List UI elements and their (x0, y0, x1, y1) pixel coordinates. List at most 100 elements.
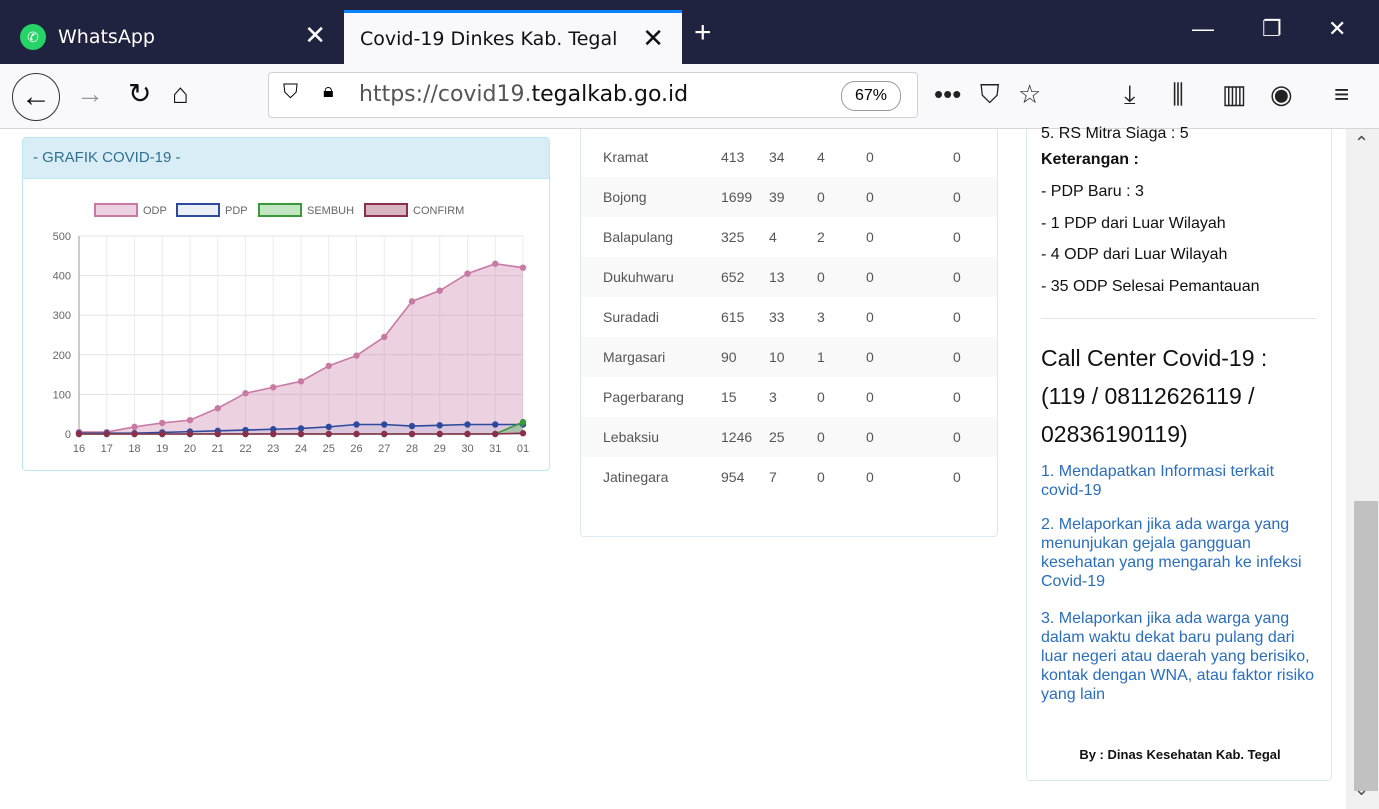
window-close-icon[interactable]: ✕ (1328, 16, 1346, 42)
scroll-up-icon[interactable]: ⌃ (1354, 133, 1369, 154)
value-cell: 15 (721, 389, 737, 405)
tab-bar: ✆ WhatsApp ✕ Covid-19 Dinkes Kab. Tegal … (0, 0, 1379, 64)
restore-icon[interactable]: ❐ (1262, 16, 1282, 42)
x-tick-label: 16 (73, 443, 85, 455)
value-cell: 0 (866, 269, 874, 285)
value-cell: 0 (953, 189, 961, 205)
report-travel-link[interactable]: 3. Melaporkan jika ada warga yang dalam … (1041, 609, 1321, 704)
whatsapp-icon: ✆ (20, 24, 46, 50)
table-row: Balapulang 325 4 2 0 0 (581, 217, 997, 257)
zoom-badge[interactable]: 67% (841, 81, 901, 111)
info-sidebar: 5. RS Mitra Siaga : 5 Keterangan : - PDP… (1026, 125, 1332, 781)
library-icon[interactable]: ⫼ (1172, 76, 1184, 112)
data-point (492, 260, 499, 267)
district-cell: Balapulang (603, 229, 674, 245)
data-table: Kramat 413 34 4 0 0 Bojong 1699 39 0 0 0 Balapulang 3… (580, 129, 998, 537)
value-cell: 33 (769, 309, 785, 325)
data-point (519, 418, 527, 426)
data-point (464, 430, 471, 438)
data-point (131, 423, 138, 431)
download-icon[interactable]: ⤓ (1124, 76, 1136, 112)
data-point (464, 421, 471, 428)
district-cell: Pagerbarang (603, 389, 684, 405)
data-point (325, 430, 332, 438)
keterangan-item: - 4 ODP dari Luar Wilayah (1041, 246, 1228, 263)
tab-whatsapp[interactable]: ✆ WhatsApp ✕ (0, 10, 344, 64)
value-cell: 0 (817, 429, 825, 445)
keterangan-title: Keterangan : (1041, 151, 1139, 168)
data-point (353, 421, 360, 428)
value-cell: 0 (866, 349, 874, 365)
scrollbar[interactable]: ⌃ ⌄ (1346, 129, 1379, 809)
data-point (270, 430, 277, 438)
value-cell: 0 (866, 189, 874, 205)
lock-icon[interactable]: 🔒︎ (323, 80, 334, 103)
table-row: Bojong 1699 39 0 0 0 (581, 177, 997, 217)
district-cell: Bojong (603, 189, 647, 205)
shield-icon[interactable]: ⛉ (283, 81, 298, 104)
x-tick-label: 17 (101, 443, 113, 455)
minimize-icon[interactable]: — (1192, 16, 1214, 42)
x-tick-label: 30 (461, 443, 473, 455)
close-icon[interactable]: ✕ (304, 22, 326, 48)
value-cell: 3 (817, 309, 825, 325)
data-point (131, 430, 138, 438)
value-cell: 0 (866, 389, 874, 405)
value-cell: 0 (817, 269, 825, 285)
back-icon[interactable]: ← (12, 73, 60, 121)
value-cell: 3 (769, 389, 777, 405)
value-cell: 4 (769, 229, 777, 245)
x-tick-label: 26 (350, 443, 362, 455)
new-tab-icon[interactable]: + (694, 18, 712, 48)
call-center-title: Call Center Covid-19 : (1041, 345, 1268, 371)
info-link[interactable]: 1. Mendapatkan Informasi terkait covid-1… (1041, 462, 1321, 500)
value-cell: 0 (953, 429, 961, 445)
table-row: Kramat 413 34 4 0 0 (581, 137, 997, 177)
report-symptoms-link[interactable]: 2. Melaporkan jika ada warga yang menunj… (1041, 515, 1321, 591)
pocket-icon[interactable]: ⛉ (980, 76, 1000, 112)
value-cell: 0 (866, 229, 874, 245)
scroll-down-icon[interactable]: ⌄ (1354, 779, 1369, 800)
legend-label: PDP (225, 205, 248, 217)
x-tick-label: 28 (406, 443, 418, 455)
data-point (186, 416, 194, 424)
data-point (492, 421, 499, 428)
account-icon[interactable]: ◉ (1270, 76, 1293, 112)
forward-icon[interactable]: → (76, 76, 104, 112)
data-point (519, 430, 527, 437)
y-tick-label: 100 (53, 389, 71, 401)
district-cell: Margasari (603, 349, 666, 365)
x-tick-label: 29 (434, 443, 446, 455)
value-cell: 615 (721, 309, 745, 325)
x-tick-label: 19 (156, 443, 168, 455)
url-bar[interactable]: ⛉ 🔒︎ https://covid19.tegalkab.go.id 67% (268, 72, 918, 118)
scroll-thumb[interactable] (1354, 501, 1378, 791)
data-point (519, 264, 527, 271)
table-row: Jatinegara 954 7 0 0 0 (581, 457, 997, 497)
value-cell: 25 (769, 429, 785, 445)
bookmark-star-icon[interactable]: ☆ (1018, 76, 1041, 112)
data-point (436, 422, 443, 429)
sidebar-icon[interactable]: ▥ (1222, 76, 1247, 112)
close-icon[interactable]: ✕ (642, 25, 664, 51)
tab-covid[interactable]: Covid-19 Dinkes Kab. Tegal ✕ (344, 10, 682, 64)
menu-icon[interactable]: ≡ (1334, 76, 1349, 112)
data-point (492, 430, 499, 438)
home-icon[interactable]: ⌂ (172, 76, 189, 112)
data-point (297, 378, 305, 385)
legend-label: ODP (143, 205, 167, 217)
y-tick-label: 400 (53, 271, 71, 283)
url-text[interactable]: https://covid19.tegalkab.go.id (359, 82, 688, 107)
value-cell: 0 (953, 349, 961, 365)
data-point (242, 390, 249, 397)
page-actions-icon[interactable]: ••• (934, 76, 961, 112)
value-cell: 10 (769, 349, 785, 365)
district-cell: Jatinegara (603, 469, 669, 485)
data-point (214, 405, 221, 412)
x-tick-label: 01 (517, 443, 529, 455)
keterangan-item: - 35 ODP Selesai Pemantauan (1041, 278, 1260, 295)
x-tick-label: 23 (267, 443, 279, 455)
reload-icon[interactable]: ↻ (128, 76, 151, 112)
data-point (242, 430, 249, 438)
data-point (325, 423, 332, 431)
